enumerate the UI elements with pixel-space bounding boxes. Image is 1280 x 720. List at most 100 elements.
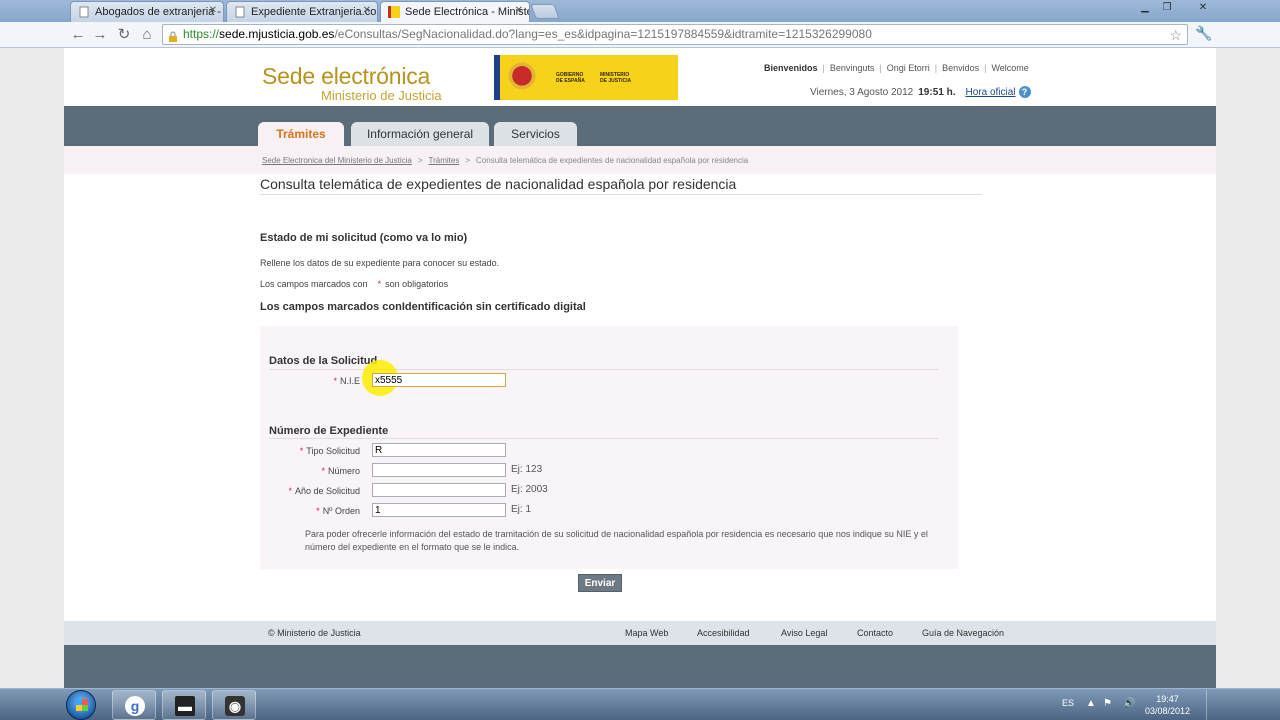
breadcrumb: Sede Electronica del Ministerio de Justi… [262,156,749,165]
system-clock[interactable]: 19:47 03/08/2012 [1145,693,1190,717]
url-path: /eConsultas/SegNacionalidad.do?lang=es_e… [334,27,872,41]
taskbar-camera-button[interactable]: ◉ [212,690,256,720]
page-viewport: Sede electrónica Ministerio de Justicia … [64,48,1216,688]
page-icon [78,6,90,18]
url-scheme: https:// [183,27,220,41]
site-subtitle: Ministerio de Justicia [321,88,442,103]
help-icon[interactable]: ? [1018,86,1031,98]
close-window-icon[interactable]: ✕ [1180,1,1226,15]
browser-tab-sede[interactable]: Sede Electrónica - Minister ✕ [380,1,530,22]
minimize-icon[interactable]: ▁ [1134,1,1156,15]
anio-solicitud-input[interactable] [372,483,506,497]
gobierno-logo[interactable]: GOBIERNO DE ESPAÑA MINISTERIO DE JUSTICI… [494,55,678,100]
volume-icon[interactable]: 🔊 [1123,699,1135,709]
expediente-legend: Número de Expediente [269,425,389,437]
required-fields-note: Los campos marcados con * son obligatorios [260,279,449,289]
consulta-form: Datos de la Solicitud *N.I.E Número de E… [260,326,958,569]
lock-icon [168,29,178,42]
anio-solicitud-label: * Año de Solicitud [288,486,360,496]
footer-link-guia-navegacion[interactable]: Guía de Navegación [922,628,1004,638]
footer-link-aviso-legal[interactable]: Aviso Legal [781,628,827,638]
orden-input[interactable] [372,503,506,517]
tab-title: Expediente Extranjeria.com [251,6,378,18]
date-line: Viernes, 3 Agosto 2012 19:51 h. Hora ofici… [810,86,1031,98]
orden-label: * Nº Orden [316,506,360,516]
footer-link-accesibilidad[interactable]: Accesibilidad [697,628,750,638]
page-gutter-right [1216,48,1280,688]
page-icon [234,6,246,18]
numero-label: * Número [321,466,360,476]
forward-arrow-icon[interactable]: → [90,25,110,45]
browser-tab-strip: Abogados de extranjeria - J ✕ Expediente… [0,0,1280,22]
address-bar[interactable]: https://sede.mjusticia.gob.es/eConsultas… [162,24,1188,45]
windows-start-icon[interactable] [66,690,96,720]
breadcrumb-tramites-link[interactable]: Trámites [429,156,460,165]
lang-en[interactable]: Welcome [991,63,1028,73]
taskbar-chrome-button[interactable]: g [112,690,156,720]
reload-icon[interactable]: ↻ [114,25,134,45]
back-arrow-icon[interactable]: ← [68,25,88,45]
footer-link-mapa-web[interactable]: Mapa Web [625,628,668,638]
windows-taskbar: g ▬ ◉ ES ▲ ⚑ 🔊 19:47 03/08/2012 [0,688,1280,720]
site-header: Sede electrónica Ministerio de Justicia … [64,48,1216,106]
bookmark-star-icon[interactable]: ☆ [1169,26,1182,44]
breadcrumb-home-link[interactable]: Sede Electronica del Ministerio de Justi… [262,156,412,165]
enviar-button[interactable]: Enviar [578,574,622,592]
clapperboard-icon: ▬ [175,696,195,716]
official-time-link[interactable]: Hora oficial [965,87,1015,98]
google-icon: g [125,696,145,716]
new-tab-button[interactable] [530,4,560,19]
lang-es[interactable]: Bienvenidos [764,63,818,73]
clock-time: 19:47 [1156,694,1179,704]
current-time: 19:51 h. [918,87,956,98]
form-info-text: Para poder ofrecerle información del est… [305,529,928,552]
tab-tramites[interactable]: Trámites [258,122,344,146]
orden-hint: Ej: 1 [511,504,532,515]
home-icon[interactable]: ⌂ [137,25,157,45]
browser-tab-abogados[interactable]: Abogados de extranjeria - J ✕ [70,1,224,22]
tab-close-icon[interactable]: ✕ [363,5,371,16]
nie-input[interactable] [372,373,506,387]
eu-flag-icon [494,55,500,100]
tab-title: Abogados de extranjeria - J [95,6,224,18]
footer-band [64,645,1216,688]
anio-hint: Ej: 2003 [511,484,548,495]
nie-label: * N.I.E [333,376,360,386]
tab-servicios[interactable]: Servicios [494,122,577,146]
section-heading: Estado de mi solicitud (como va lo mio) [260,232,468,244]
logo-gobierno-text: GOBIERNO DE ESPAÑA [556,72,585,84]
legend-divider [269,438,939,439]
taskbar-media-button[interactable]: ▬ [162,690,206,720]
solicitud-legend: Datos de la Solicitud [269,355,378,367]
restore-icon[interactable]: ❐ [1156,1,1178,15]
title-divider [260,194,982,195]
coat-of-arms-icon [506,61,538,94]
lang-ca[interactable]: Benvinguts [830,63,875,73]
tab-title: Sede Electrónica - Minister [405,6,530,18]
numero-hint: Ej: 123 [511,464,543,475]
lang-eu[interactable]: Ongi Etorri [887,63,930,73]
intro-text: Rellene los datos de su expediente para … [260,258,500,268]
numero-input[interactable] [372,463,506,477]
language-selector: Bienvenidos | Benvinguts | Ongi Etorri | Benvi… [764,63,1029,73]
lang-gl[interactable]: Benvidos [942,63,979,73]
clock-date: 03/08/2012 [1145,706,1191,716]
certificate-heading: Los campos marcados conIdentificación si… [260,301,586,313]
show-desktop-button[interactable] [1206,690,1216,720]
site-title[interactable]: Sede electrónica [262,63,430,90]
tab-close-icon[interactable]: ✕ [209,5,217,16]
current-date: Viernes, 3 Agosto 2012 [810,87,914,98]
wrench-menu-icon[interactable]: 🔧 [1194,25,1214,45]
tab-close-icon[interactable]: ✕ [515,5,523,16]
tab-informacion-general[interactable]: Información general [351,122,489,146]
required-asterisk: * [377,279,382,289]
tray-up-arrow-icon[interactable]: ▲ [1086,699,1096,709]
tipo-solicitud-input[interactable] [372,443,506,457]
input-language-indicator[interactable]: ES [1062,698,1074,708]
page-title: Consulta telemática de expedientes de na… [260,176,737,192]
breadcrumb-current: Consulta telemática de expedientes de na… [476,156,749,165]
footer-link-contacto[interactable]: Contacto [857,628,893,638]
action-center-flag-icon[interactable]: ⚑ [1103,699,1113,709]
browser-tab-expediente[interactable]: Expediente Extranjeria.com ✕ [226,1,378,22]
page-gutter-left [0,48,64,688]
